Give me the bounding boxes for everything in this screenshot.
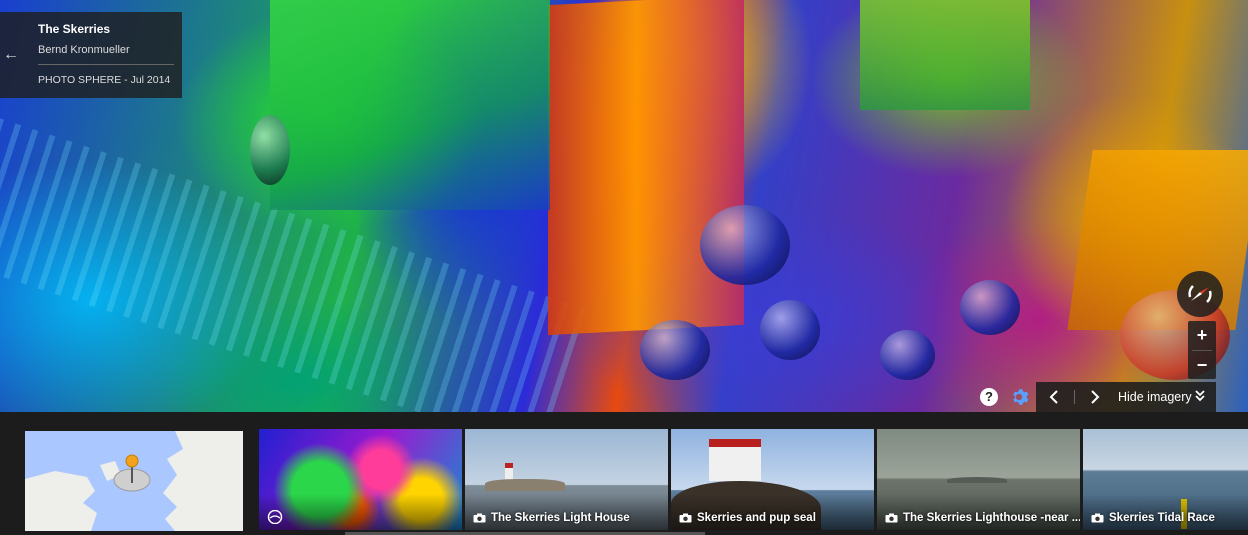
- thumbnail-photo[interactable]: Skerries Tidal Race: [1083, 429, 1248, 530]
- photosphere-icon: [267, 510, 283, 524]
- compass-button[interactable]: [1177, 271, 1223, 317]
- chevron-right-icon: [1091, 390, 1100, 404]
- thumbnail-caption-text: Skerries and pup seal: [697, 512, 816, 524]
- thumbnail-photo[interactable]: The Skerries Light House: [465, 429, 668, 530]
- thumbnail-caption: Skerries and pup seal: [679, 512, 816, 524]
- zoom-control: + −: [1188, 321, 1216, 379]
- zoom-in-button[interactable]: +: [1188, 321, 1216, 350]
- gear-icon[interactable]: [1008, 386, 1030, 408]
- camera-icon: [473, 513, 486, 523]
- double-chevron-down-icon[interactable]: [1194, 389, 1206, 403]
- island-image: [485, 479, 565, 491]
- mini-map[interactable]: [25, 431, 243, 531]
- panorama-author[interactable]: Bernd Kronmueller: [38, 44, 174, 65]
- zoom-out-button[interactable]: −: [1188, 351, 1216, 380]
- thumbnail-caption: The Skerries Light House: [473, 512, 630, 524]
- camera-icon: [1091, 513, 1104, 523]
- island-image: [947, 477, 1007, 483]
- panorama-sphere: [640, 320, 710, 380]
- panorama-slab: [548, 0, 744, 336]
- panorama-title[interactable]: The Skerries: [38, 22, 174, 36]
- chevron-left-icon: [1049, 390, 1058, 404]
- thumbnail-caption-text: The Skerries Light House: [491, 512, 630, 524]
- thumbnail-caption: [267, 510, 283, 524]
- info-text: The Skerries Bernd Kronmueller PHOTO SPH…: [38, 22, 174, 86]
- thumbnail-photo[interactable]: The Skerries Lighthouse -near ...: [877, 429, 1080, 530]
- next-button[interactable]: [1077, 382, 1113, 412]
- thumbnail-caption: Skerries Tidal Race: [1091, 512, 1215, 524]
- panorama-sphere: [700, 205, 790, 285]
- compass-icon: [1188, 285, 1212, 303]
- panorama-meta: PHOTO SPHERE - Jul 2014: [38, 74, 171, 86]
- panorama-sphere: [880, 330, 935, 380]
- previous-button[interactable]: [1036, 382, 1072, 412]
- panorama-viewer[interactable]: [0, 0, 1248, 412]
- mini-map-drawing: [25, 431, 243, 531]
- lighthouse-image: [709, 439, 761, 481]
- panorama-sphere: [760, 300, 820, 360]
- nav-divider: [1074, 390, 1075, 404]
- panorama-slab: [270, 0, 550, 210]
- help-icon[interactable]: ?: [980, 388, 998, 406]
- camera-icon: [885, 513, 898, 523]
- camera-icon: [679, 513, 692, 523]
- imagery-strip: The Skerries Light House Skerries and pu…: [0, 412, 1248, 535]
- thumbnail-shade: [259, 494, 462, 530]
- thumbnail-caption-text: Skerries Tidal Race: [1109, 512, 1215, 524]
- thumbnail-photosphere[interactable]: [259, 429, 462, 530]
- info-card: ← The Skerries Bernd Kronmueller PHOTO S…: [0, 12, 182, 98]
- imagery-strip-controls: Hide imagery: [1036, 382, 1216, 412]
- panorama-sphere: [960, 280, 1020, 335]
- back-arrow-icon[interactable]: ←: [0, 12, 22, 98]
- thumbnail-caption: The Skerries Lighthouse -near ...: [885, 512, 1080, 524]
- panorama-sphere: [250, 115, 290, 185]
- thumbnail-photo[interactable]: Skerries and pup seal: [671, 429, 874, 530]
- hide-imagery-button[interactable]: Hide imagery: [1118, 382, 1192, 412]
- thumbnail-caption-text: The Skerries Lighthouse -near ...: [903, 512, 1080, 524]
- panorama-slab: [860, 0, 1030, 110]
